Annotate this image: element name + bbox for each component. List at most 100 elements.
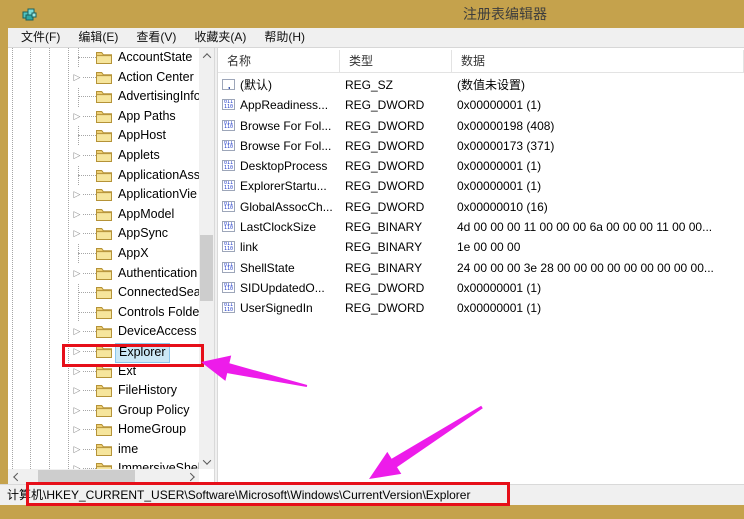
value-row-explorerstartu[interactable]: 011110ExplorerStartu...REG_DWORD0x000000… [218,176,744,196]
tree-item-app-paths[interactable]: ▷App Paths [8,107,199,127]
tree-item-accountstate[interactable]: AccountState [8,48,199,68]
scroll-down-button[interactable] [199,454,214,469]
value-row-shellstate[interactable]: 011110ShellStateREG_BINARY24 00 00 00 3e… [218,258,744,278]
tree-connector-line [78,135,96,136]
tree-item-ime[interactable]: ▷ime [8,440,199,460]
value-row-sidupdatedo[interactable]: 011110SIDUpdatedO...REG_DWORD0x00000001 … [218,278,744,298]
value-type: REG_DWORD [345,116,450,136]
reg-binary-icon: 011110 [222,120,235,131]
tree-item-appmodel[interactable]: ▷ AppModel [8,205,199,225]
menu-item-file[interactable]: 文件(F) [12,28,69,47]
expand-arrow-icon[interactable]: ▷ [71,420,83,440]
tree-vertical-scrollbar[interactable] [199,48,214,469]
value-type: REG_DWORD [345,156,450,176]
value-row-browse-for-fol[interactable]: 011110Browse For Fol...REG_DWORD0x000001… [218,136,744,156]
tree-item-filehistory[interactable]: ▷FileHistory [8,381,199,401]
tree-item-action-center[interactable]: ▷Action Center [8,68,199,88]
menu-item-favorites[interactable]: 收藏夹(A) [185,28,255,47]
tree-item-explorer[interactable]: ▷Explorer [8,342,199,362]
tree-item-label: AppX [115,244,152,264]
tree-item-group-policy[interactable]: ▷Group Policy [8,401,199,421]
tree-item-ext[interactable]: ▷Ext [8,362,199,382]
tree-connector-line [78,253,96,254]
value-row-lastclocksize[interactable]: 011110LastClockSizeREG_BINARY4d 00 00 00… [218,217,744,237]
tree-item-label: Controls Folde [115,303,199,323]
menu-item-view[interactable]: 查看(V) [127,28,185,47]
expand-arrow-icon[interactable]: ▷ [71,459,83,469]
vertical-scroll-thumb[interactable] [200,235,213,301]
titlebar: 注册表编辑器 [0,0,744,28]
tree-item-immersiveshel[interactable]: ▷ImmersiveShel [8,459,199,469]
column-header-name[interactable]: 名称 [218,50,340,72]
tree-item-appsync[interactable]: ▷ AppSync [8,224,199,244]
tree-item-label: AppSync [115,224,171,244]
menu-item-help[interactable]: 帮助(H) [255,28,314,47]
expand-arrow-icon[interactable]: ▷ [71,440,83,460]
column-header-type[interactable]: 类型 [340,50,452,72]
column-header-data[interactable]: 数据 [452,50,744,72]
value-row-globalassocch[interactable]: 011110GlobalAssocCh...REG_DWORD0x0000001… [218,197,744,217]
tree-connector-line [78,57,96,58]
menubar: 文件(F)编辑(E)查看(V)收藏夹(A)帮助(H) [8,28,744,48]
tree-item-homegroup[interactable]: ▷HomeGroup [8,420,199,440]
value-row-usersignedin[interactable]: 011110UserSignedInREG_DWORD0x00000001 (1… [218,298,744,318]
tree-item-applicationvie[interactable]: ▷ ApplicationVie [8,185,199,205]
tree-item-label: ApplicationVie [115,185,199,205]
status-path: 计算机\HKEY_CURRENT_USER\Software\Microsoft… [0,485,744,505]
folder-icon [96,286,112,299]
menu-item-edit[interactable]: 编辑(E) [69,28,127,47]
expand-arrow-icon[interactable]: ▷ [71,322,83,342]
expand-arrow-icon[interactable]: ▷ [71,68,83,88]
tree-item-apphost[interactable]: AppHost [8,126,199,146]
value-row-desktopprocess[interactable]: 011110DesktopProcessREG_DWORD0x00000001 … [218,156,744,176]
folder-icon [96,423,112,436]
value-data: 0x00000001 (1) [457,156,742,176]
reg-binary-icon: 011110 [222,201,235,212]
folder-icon [96,208,112,221]
values-pane: 名称类型数据 ab(默认)REG_SZ(数值未设置)011110AppReadi… [218,48,744,484]
expand-arrow-icon[interactable]: ▷ [71,362,83,382]
tree-item-label: ApplicationAss [115,166,199,186]
expand-arrow-icon[interactable]: ▷ [71,205,83,225]
folder-icon [96,110,112,123]
expand-arrow-icon[interactable]: ▷ [71,224,83,244]
scroll-up-button[interactable] [199,48,214,63]
folder-icon [96,443,112,456]
tree-item-authentication[interactable]: ▷Authentication [8,264,199,284]
value-name: GlobalAssocCh... [240,197,338,217]
expand-arrow-icon[interactable]: ▷ [71,185,83,205]
tree-item-appx[interactable]: AppX [8,244,199,264]
value-type: REG_DWORD [345,278,450,298]
tree-item-controls-folde[interactable]: Controls Folde [8,303,199,323]
tree-scroll-area[interactable]: AccountState▷Action CenterAdvertisingInf… [8,48,199,469]
scroll-left-button[interactable] [8,469,23,484]
value-row-item[interactable]: ab(默认)REG_SZ(数值未设置) [218,75,744,95]
folder-icon [96,345,112,358]
value-name: (默认) [240,75,338,95]
expand-arrow-icon[interactable]: ▷ [71,146,83,166]
tree-connector-line [78,96,96,97]
folder-icon [96,365,112,378]
expand-arrow-icon[interactable]: ▷ [71,401,83,421]
value-type: REG_DWORD [345,197,450,217]
value-data: (数值未设置) [457,75,742,95]
expand-arrow-icon[interactable]: ▷ [71,264,83,284]
expand-arrow-icon[interactable]: ▷ [71,342,83,362]
expand-arrow-icon[interactable]: ▷ [71,107,83,127]
tree-item-applets[interactable]: ▷Applets [8,146,199,166]
tree-item-deviceaccess[interactable]: ▷DeviceAccess [8,322,199,342]
scroll-right-button[interactable] [184,469,199,484]
value-type: REG_DWORD [345,298,450,318]
tree-item-label: AppModel [115,205,177,225]
expand-arrow-icon[interactable]: ▷ [71,381,83,401]
value-row-browse-for-fol[interactable]: 011110Browse For Fol...REG_DWORD0x000001… [218,116,744,136]
tree-item-connectedsea[interactable]: ConnectedSea [8,283,199,303]
tree-item-applicationass[interactable]: ApplicationAss [8,166,199,186]
tree-item-advertisinginfo[interactable]: AdvertisingInfo [8,87,199,107]
value-row-link[interactable]: 011110linkREG_BINARY1e 00 00 00 [218,237,744,257]
tree-horizontal-scrollbar[interactable] [8,469,199,484]
horizontal-scroll-thumb[interactable] [38,470,135,483]
reg-binary-icon: 011110 [222,140,235,151]
value-row-appreadiness[interactable]: 011110AppReadiness...REG_DWORD0x00000001… [218,95,744,115]
reg-binary-icon: 011110 [222,99,235,110]
